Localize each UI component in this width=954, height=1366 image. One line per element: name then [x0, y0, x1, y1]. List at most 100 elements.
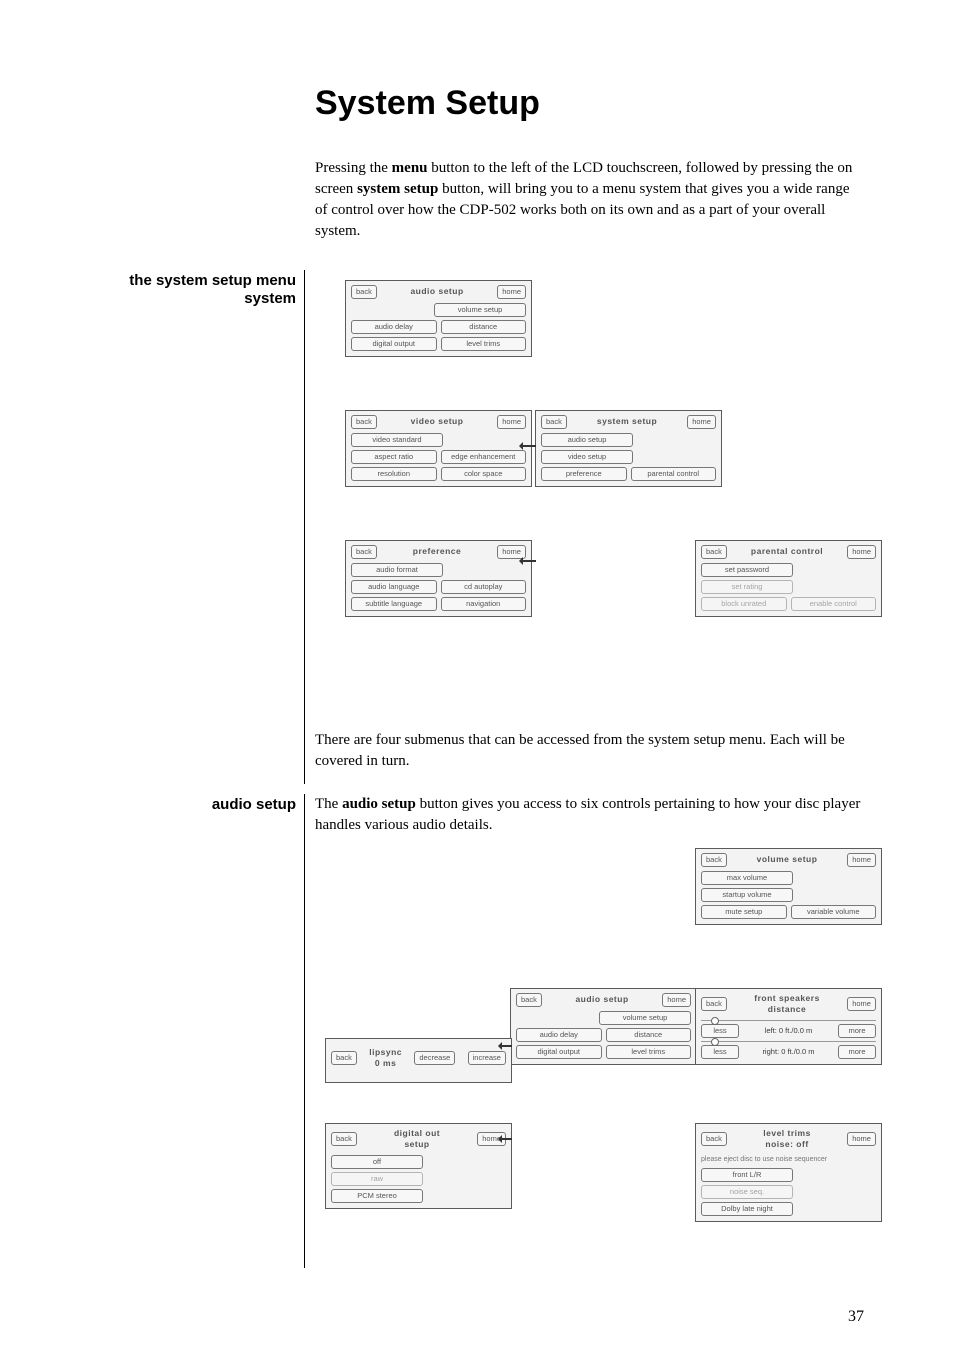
home-button[interactable]: home	[497, 415, 526, 429]
back-button[interactable]: back	[701, 997, 727, 1011]
home-button[interactable]: home	[847, 1132, 876, 1146]
panel-lipsync: back lipsync0 ms decrease increase	[325, 1038, 512, 1083]
home-button[interactable]: home	[662, 993, 691, 1007]
panel-title: video setup	[411, 416, 464, 428]
panel-digital-out: back digital outsetup home off raw PCM s…	[325, 1123, 512, 1210]
audio-language-button[interactable]: audio language	[351, 580, 437, 594]
back-button[interactable]: back	[516, 993, 542, 1007]
block-unrated-button[interactable]: block unrated	[701, 597, 787, 611]
home-button[interactable]: home	[847, 545, 876, 559]
arrow-icon	[521, 445, 536, 447]
pcm-stereo-button[interactable]: PCM stereo	[331, 1189, 423, 1203]
page-number: 37	[90, 1308, 864, 1326]
video-setup-button[interactable]: video setup	[541, 450, 633, 464]
mid-paragraph: There are four submenus that can be acce…	[315, 730, 864, 772]
edge-enhancement-button[interactable]: edge enhancement	[441, 450, 527, 464]
distance-button[interactable]: distance	[606, 1028, 692, 1042]
audio-setup-paragraph: The audio setup button gives you access …	[315, 794, 864, 836]
distance-button[interactable]: distance	[441, 320, 527, 334]
back-button[interactable]: back	[351, 415, 377, 429]
less-button[interactable]: less	[701, 1045, 739, 1059]
more-button[interactable]: more	[838, 1045, 876, 1059]
arrow-icon	[500, 1138, 512, 1140]
panel-video-setup: back video setup home video standard asp…	[345, 410, 532, 487]
audio-delay-button[interactable]: audio delay	[351, 320, 437, 334]
less-button[interactable]: less	[701, 1024, 739, 1038]
set-password-button[interactable]: set password	[701, 563, 793, 577]
section-audio-setup: audio setup The audio setup button gives…	[90, 794, 864, 1268]
panel-system-setup: back system setup home audio setup video…	[535, 410, 722, 487]
figure-system-menus: back audio setup home volume setup audio…	[315, 280, 864, 710]
color-space-button[interactable]: color space	[441, 467, 527, 481]
page-title: System Setup	[315, 80, 864, 128]
section-system-menu: the system setup menu system back audio …	[90, 270, 864, 784]
dolby-late-night-button[interactable]: Dolby late night	[701, 1202, 793, 1216]
noise-seq-button[interactable]: noise seq.	[701, 1185, 793, 1199]
header-row: System Setup Pressing the menu button to…	[90, 80, 864, 254]
home-button[interactable]: home	[687, 415, 716, 429]
panel-title: system setup	[597, 416, 657, 428]
raw-button[interactable]: raw	[331, 1172, 423, 1186]
back-button[interactable]: back	[541, 415, 567, 429]
startup-volume-button[interactable]: startup volume	[701, 888, 793, 902]
section1-content: back audio setup home volume setup audio…	[315, 270, 864, 784]
increase-button[interactable]: increase	[468, 1051, 506, 1065]
variable-volume-button[interactable]: variable volume	[791, 905, 877, 919]
parental-control-button[interactable]: parental control	[631, 467, 717, 481]
home-button[interactable]: home	[497, 285, 526, 299]
panel-audio-setup: back audio setup home volume setup audio…	[345, 280, 532, 357]
aspect-ratio-button[interactable]: aspect ratio	[351, 450, 437, 464]
arrow-icon	[500, 1045, 512, 1047]
enable-control-button[interactable]: enable control	[791, 597, 877, 611]
digital-output-button[interactable]: digital output	[351, 337, 437, 351]
panel-title: front speakersdistance	[754, 993, 820, 1017]
off-button[interactable]: off	[331, 1155, 423, 1169]
panel-parental-control: back parental control home set password …	[695, 540, 882, 617]
back-button[interactable]: back	[701, 853, 727, 867]
panel-level-trims: back level trimsnoise: off home please e…	[695, 1123, 882, 1223]
header-content: System Setup Pressing the menu button to…	[315, 80, 864, 254]
digital-output-button[interactable]: digital output	[516, 1045, 602, 1059]
max-volume-button[interactable]: max volume	[701, 871, 793, 885]
decrease-button[interactable]: decrease	[414, 1051, 455, 1065]
back-button[interactable]: back	[351, 285, 377, 299]
audio-delay-button[interactable]: audio delay	[516, 1028, 602, 1042]
figure-audio-menus: back volume setup home max volume startu…	[315, 848, 864, 1268]
section2-label: audio setup	[90, 794, 296, 814]
back-button[interactable]: back	[351, 545, 377, 559]
more-button[interactable]: more	[838, 1024, 876, 1038]
level-trims-note: please eject disc to use noise sequencer	[701, 1155, 876, 1165]
cd-autoplay-button[interactable]: cd autoplay	[441, 580, 527, 594]
panel-title: volume setup	[757, 854, 818, 866]
mute-setup-button[interactable]: mute setup	[701, 905, 787, 919]
back-button[interactable]: back	[701, 545, 727, 559]
panel-title: audio setup	[575, 994, 628, 1006]
set-rating-button[interactable]: set rating	[701, 580, 793, 594]
preference-button[interactable]: preference	[541, 467, 627, 481]
home-button[interactable]: home	[847, 997, 876, 1011]
section2-content: The audio setup button gives you access …	[315, 794, 864, 1268]
section2-divider	[304, 794, 305, 1268]
audio-setup-button[interactable]: audio setup	[541, 433, 633, 447]
subtitle-language-button[interactable]: subtitle language	[351, 597, 437, 611]
home-button[interactable]: home	[847, 853, 876, 867]
panel-audio-setup-2: back audio setup home volume setup audio…	[510, 988, 697, 1065]
panel-title: lipsync0 ms	[369, 1047, 402, 1071]
panel-volume-setup: back volume setup home max volume startu…	[695, 848, 882, 925]
front-lr-button[interactable]: front L/R	[701, 1168, 793, 1182]
panel-title: level trimsnoise: off	[763, 1128, 811, 1152]
volume-setup-button[interactable]: volume setup	[599, 1011, 691, 1025]
level-trims-button[interactable]: level trims	[606, 1045, 692, 1059]
back-button[interactable]: back	[701, 1132, 727, 1146]
video-standard-button[interactable]: video standard	[351, 433, 443, 447]
navigation-button[interactable]: navigation	[441, 597, 527, 611]
audio-format-button[interactable]: audio format	[351, 563, 443, 577]
back-button[interactable]: back	[331, 1132, 357, 1146]
panel-preference: back preference home audio format audio …	[345, 540, 532, 617]
level-trims-button[interactable]: level trims	[441, 337, 527, 351]
volume-setup-button[interactable]: volume setup	[434, 303, 526, 317]
back-button[interactable]: back	[331, 1051, 357, 1065]
panel-title: audio setup	[410, 286, 463, 298]
intro-paragraph: Pressing the menu button to the left of …	[315, 158, 864, 242]
resolution-button[interactable]: resolution	[351, 467, 437, 481]
